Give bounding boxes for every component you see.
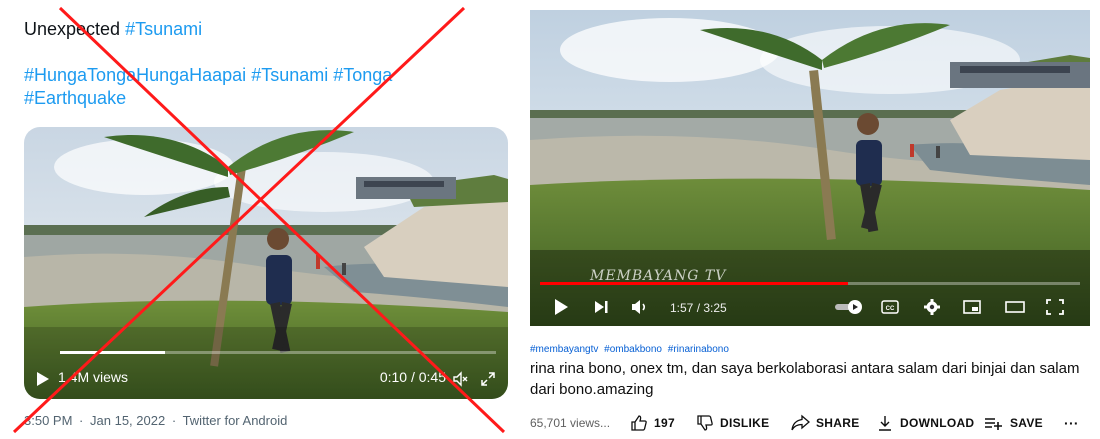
- hashtag-link[interactable]: #membayangtv: [530, 344, 598, 355]
- youtube-panel: MEMBAYANG TV 1:57 / 3:25 CC #membayangtv…: [530, 10, 1090, 439]
- video-title: rina rina bono, onex tm, dan saya berkol…: [530, 360, 1080, 398]
- tweet-text-word: Unexpected: [24, 19, 121, 39]
- volume-muted-icon[interactable]: [452, 371, 468, 387]
- miniplayer-icon[interactable]: [962, 296, 982, 318]
- tweet-text: Unexpected #Tsunami #HungaTongaHungaHaap…: [24, 18, 504, 110]
- svg-text:CC: CC: [886, 306, 895, 312]
- video-time: 0:10 / 0:45: [379, 369, 446, 385]
- play-icon[interactable]: [36, 371, 50, 387]
- hashtag-link[interactable]: #Earthquake: [24, 88, 126, 108]
- video-time: 1:57 / 3:25: [670, 301, 727, 315]
- settings-gear-icon[interactable]: [922, 296, 942, 318]
- fullscreen-icon[interactable]: [1044, 296, 1066, 318]
- download-icon: [879, 416, 891, 431]
- dislike-button[interactable]: DISLIKE: [696, 413, 769, 433]
- like-button[interactable]: 197: [630, 413, 675, 433]
- hashtag-link[interactable]: #Tonga: [333, 65, 392, 85]
- video-actions-bar: 65,701 views... 197 DISLIKE SHARE DOWNLO…: [530, 413, 1090, 433]
- tweet-card: Unexpected #Tsunami #HungaTongaHungaHaap…: [0, 0, 522, 439]
- theater-mode-icon[interactable]: [1004, 296, 1026, 318]
- video-frame-image: [24, 127, 508, 399]
- volume-icon[interactable]: [630, 296, 650, 318]
- save-label: SAVE: [1010, 416, 1043, 430]
- hashtag-link[interactable]: #Tsunami: [125, 19, 202, 39]
- share-label: SHARE: [816, 416, 860, 430]
- download-button[interactable]: DOWNLOAD: [876, 413, 974, 433]
- like-count: 197: [654, 416, 675, 430]
- save-playlist-icon: [985, 418, 1002, 430]
- meta-separator: ·: [79, 413, 84, 428]
- tweet-timestamp[interactable]: 3:50 PM · Jan 15, 2022 · Twitter for And…: [24, 413, 290, 428]
- play-icon[interactable]: [552, 296, 570, 318]
- hashtag-link[interactable]: #Tsunami: [251, 65, 328, 85]
- video-hashtags: #membayangtv #ombakbono #rinarinabono: [530, 344, 732, 355]
- video-progress-fill: [60, 351, 165, 354]
- thumbs-up-icon: [631, 415, 647, 431]
- view-count[interactable]: 65,701 views...: [530, 416, 610, 430]
- player-controls: 1:57 / 3:25 CC: [530, 292, 1090, 322]
- tweet-video-player[interactable]: 1.4M views 0:10 / 0:45: [24, 127, 508, 399]
- youtube-video-player[interactable]: MEMBAYANG TV 1:57 / 3:25 CC: [530, 10, 1090, 326]
- next-icon[interactable]: [592, 296, 610, 318]
- tweet-source: Twitter for Android: [182, 413, 288, 428]
- fullscreen-icon[interactable]: [480, 371, 496, 387]
- hashtag-link[interactable]: #HungaTongaHungaHaapai: [24, 65, 246, 85]
- video-progress-bar[interactable]: [540, 282, 1080, 285]
- hashtag-link[interactable]: #ombakbono: [604, 344, 662, 355]
- captions-icon[interactable]: CC: [880, 296, 900, 318]
- meta-separator: ·: [171, 413, 177, 428]
- share-icon: [791, 414, 810, 431]
- download-label: DOWNLOAD: [900, 416, 975, 430]
- autoplay-toggle-icon[interactable]: [834, 296, 864, 318]
- save-button[interactable]: SAVE: [984, 413, 1043, 433]
- thumbs-down-icon: [697, 415, 713, 431]
- more-actions-button[interactable]: ···: [1064, 413, 1079, 433]
- video-views: 1.4M views: [58, 369, 129, 385]
- video-progress-fill: [540, 282, 848, 285]
- tweet-date: Jan 15, 2022: [90, 413, 166, 428]
- hashtag-link[interactable]: #rinarinabono: [668, 344, 729, 355]
- dislike-label: DISLIKE: [720, 416, 770, 430]
- share-button[interactable]: SHARE: [790, 413, 860, 433]
- video-progress-bar[interactable]: [60, 351, 496, 354]
- tweet-time: 3:50 PM: [24, 413, 73, 428]
